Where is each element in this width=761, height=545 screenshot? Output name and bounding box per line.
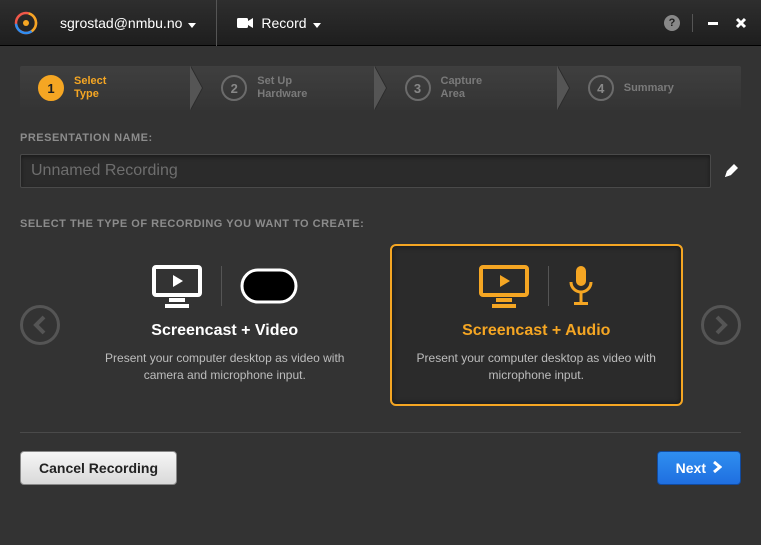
chevron-right-icon <box>191 66 203 110</box>
record-label: Record <box>261 15 306 31</box>
button-label: Next <box>676 460 706 476</box>
help-button[interactable]: ? <box>664 15 680 31</box>
step-number: 2 <box>221 75 247 101</box>
option-icons <box>408 264 666 308</box>
chevron-left-icon <box>33 315 47 335</box>
cancel-recording-button[interactable]: Cancel Recording <box>20 451 177 485</box>
option-icons <box>96 264 354 308</box>
edit-name-button[interactable] <box>721 161 741 181</box>
select-type-label: SELECT THE TYPE OF RECORDING YOU WANT TO… <box>20 218 741 230</box>
option-description: Present your computer desktop as video w… <box>408 350 666 384</box>
record-menu[interactable]: Record <box>231 11 326 35</box>
option-description: Present your computer desktop as video w… <box>96 350 354 384</box>
step-label: Set Up Hardware <box>257 75 307 101</box>
divider <box>221 266 222 306</box>
pencil-icon <box>723 163 739 179</box>
step-label: Select Type <box>74 75 106 101</box>
step-number: 1 <box>38 75 64 101</box>
recording-type-options: Screencast + Video Present your computer… <box>20 244 741 406</box>
option-screencast-video[interactable]: Screencast + Video Present your computer… <box>78 244 372 406</box>
step-number: 3 <box>405 75 431 101</box>
next-option-button[interactable] <box>701 305 741 345</box>
previous-option-button[interactable] <box>20 305 60 345</box>
caret-down-icon <box>313 15 321 31</box>
divider <box>216 0 217 46</box>
presentation-name-row <box>20 154 741 188</box>
option-title: Screencast + Video <box>96 322 354 340</box>
option-screencast-audio[interactable]: Screencast + Audio Present your computer… <box>390 244 684 406</box>
footer: Cancel Recording Next <box>20 451 741 485</box>
presentation-name-input[interactable] <box>20 154 711 188</box>
minimize-button[interactable] <box>705 15 721 31</box>
help-icon: ? <box>664 15 680 31</box>
divider <box>692 14 693 32</box>
step-label: Capture Area <box>441 75 483 101</box>
caret-down-icon <box>188 15 196 31</box>
content: 1 Select Type 2 Set Up Hardware 3 Captur… <box>0 46 761 505</box>
window-controls: ? <box>664 14 749 32</box>
chevron-right-icon <box>558 66 570 110</box>
step-label: Summary <box>624 82 674 95</box>
divider <box>548 266 549 306</box>
app-logo <box>12 9 40 37</box>
microphone-icon <box>567 264 595 308</box>
button-label: Cancel Recording <box>39 460 158 476</box>
chevron-right-icon <box>712 460 722 476</box>
camera-icon <box>237 17 253 29</box>
monitor-play-icon <box>151 264 203 308</box>
next-button[interactable]: Next <box>657 451 741 485</box>
step-select-type[interactable]: 1 Select Type <box>20 75 191 101</box>
option-title: Screencast + Audio <box>408 322 666 340</box>
monitor-play-icon <box>478 264 530 308</box>
close-button[interactable] <box>733 15 749 31</box>
divider <box>20 432 741 433</box>
stepper: 1 Select Type 2 Set Up Hardware 3 Captur… <box>20 66 741 110</box>
chevron-right-icon <box>375 66 387 110</box>
user-dropdown[interactable]: sgrostad@nmbu.no <box>54 11 202 35</box>
topbar: sgrostad@nmbu.no Record ? <box>0 0 761 46</box>
webcam-icon <box>240 268 298 304</box>
step-setup-hardware[interactable]: 2 Set Up Hardware <box>203 75 374 101</box>
step-number: 4 <box>588 75 614 101</box>
chevron-right-icon <box>714 315 728 335</box>
step-summary[interactable]: 4 Summary <box>570 75 741 101</box>
user-email: sgrostad@nmbu.no <box>60 15 182 31</box>
step-capture-area[interactable]: 3 Capture Area <box>387 75 558 101</box>
presentation-name-label: PRESENTATION NAME: <box>20 132 741 144</box>
